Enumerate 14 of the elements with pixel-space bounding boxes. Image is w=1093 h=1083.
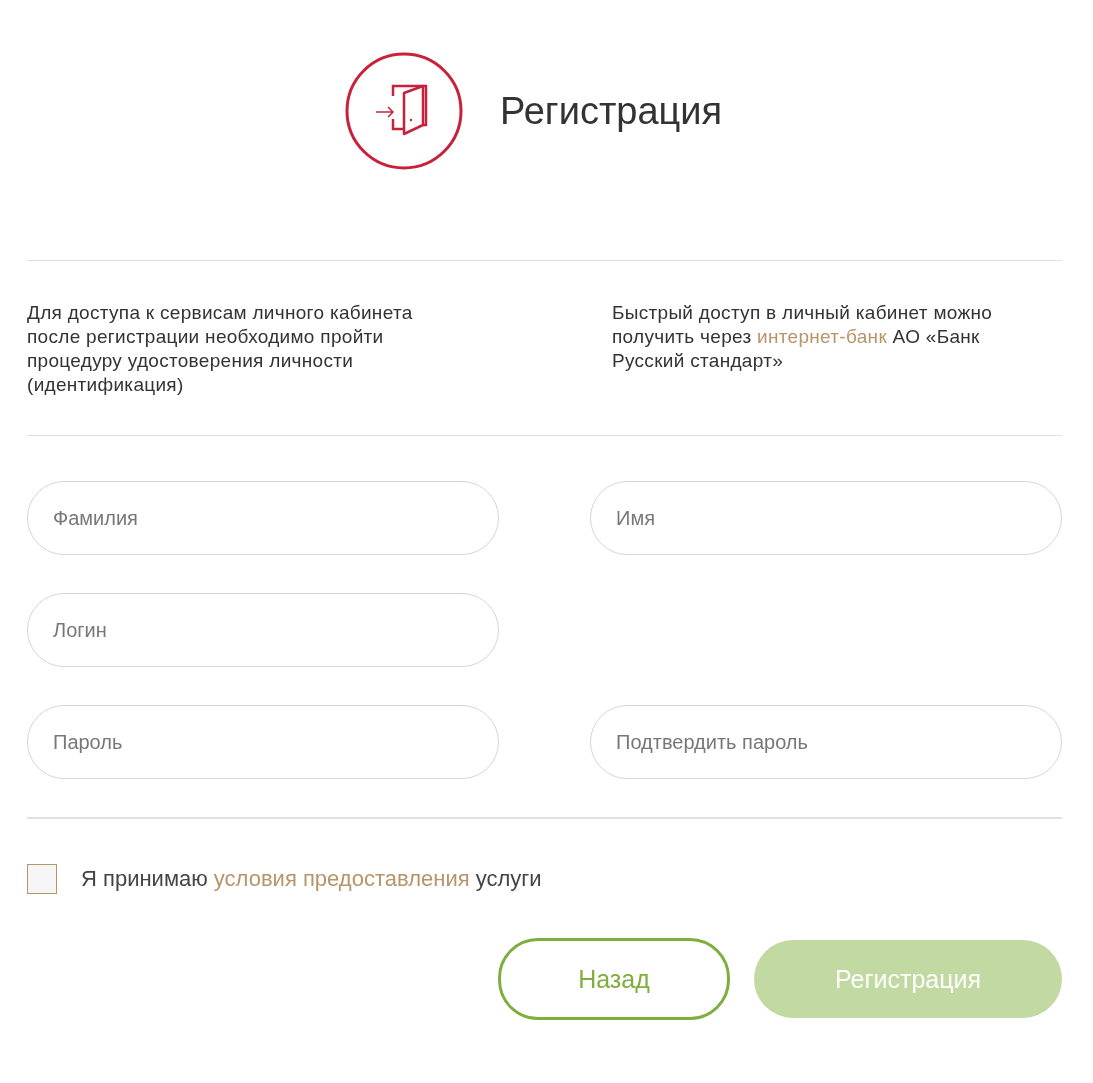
info-text: Быстрый доступ в личный кабинет можно получить через интернет-банк АО «Банк Русский стандарт»: [612, 301, 994, 373]
internet-bank-link[interactable]: интернет-банк: [757, 326, 887, 347]
input-field[interactable]: Логин: [27, 593, 499, 667]
door-entry-icon: [345, 52, 463, 170]
input-field[interactable]: Подтвердить пароль: [590, 705, 1062, 779]
input-field[interactable]: Пароль: [27, 705, 499, 779]
agreement-text: Я принимаю условия предоставления услуги: [81, 866, 542, 892]
back-button[interactable]: Назад: [498, 938, 730, 1020]
info-text: Для доступа к сервисам личного кабинета после регистрации необходимо пройти процедуру удостоверения личности (идентификация): [27, 301, 414, 397]
input-field[interactable]: Фамилия: [27, 481, 499, 555]
page-title: Регистрация: [500, 89, 723, 133]
terms-link[interactable]: условия предоставления: [213, 866, 470, 891]
input-field[interactable]: Имя: [590, 481, 1062, 555]
checkbox[interactable]: [27, 864, 57, 894]
